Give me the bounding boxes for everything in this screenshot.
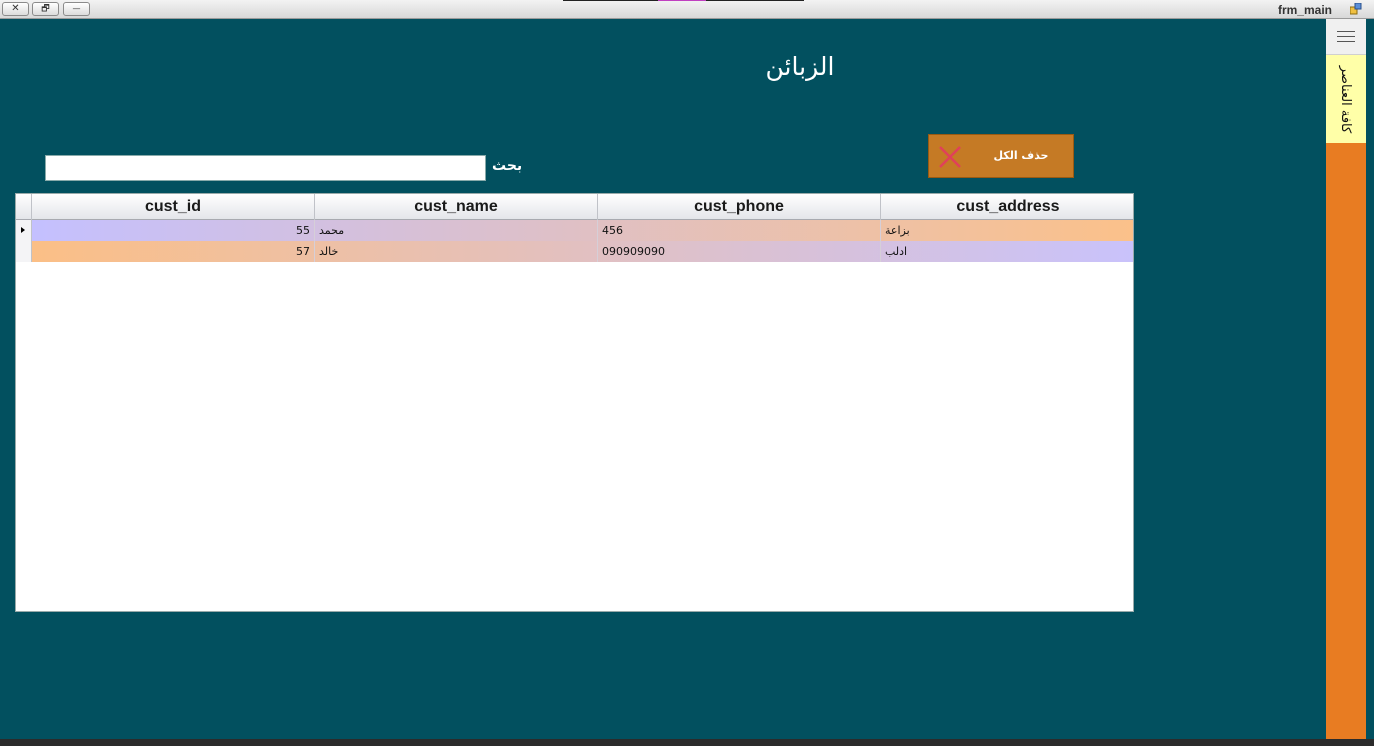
cell-cust-name[interactable]: محمد <box>315 220 598 241</box>
cell-cust-id[interactable]: 55 <box>32 220 315 241</box>
search-input[interactable] <box>45 155 486 181</box>
delete-x-icon <box>939 146 961 168</box>
close-icon: ✕ <box>11 3 20 14</box>
column-header-cust-name[interactable]: cust_name <box>315 194 598 220</box>
cell-cust-address[interactable]: ادلب <box>881 241 1133 262</box>
close-window-button[interactable]: ✕ <box>2 2 29 16</box>
delete-all-button[interactable]: حذف الكل <box>928 134 1074 178</box>
row-selector[interactable] <box>16 220 32 241</box>
delete-all-label: حذف الكل <box>993 149 1049 162</box>
table-row[interactable]: 55 محمد 456 بزاعة <box>16 220 1133 241</box>
current-row-arrow-icon <box>21 227 25 233</box>
search-label: بحث <box>492 158 523 174</box>
row-selector[interactable] <box>16 241 32 262</box>
column-header-cust-phone[interactable]: cust_phone <box>598 194 881 220</box>
menu-icon[interactable] <box>1337 31 1355 43</box>
grid-corner <box>16 194 32 220</box>
minimize-icon: — <box>72 4 81 13</box>
side-panel-header <box>1326 19 1366 55</box>
side-panel: كافة العناصر <box>1326 19 1366 739</box>
cell-cust-id[interactable]: 57 <box>32 241 315 262</box>
cell-cust-name[interactable]: خالد <box>315 241 598 262</box>
side-tab-label: كافة العناصر <box>1338 65 1354 133</box>
side-panel-edge <box>1366 19 1374 739</box>
window-titlebar: ✕ 🗗 — frm_main <box>0 0 1374 19</box>
title-underline-accent <box>658 0 706 1</box>
column-header-cust-id[interactable]: cust_id <box>32 194 315 220</box>
page-title: الزبائن <box>765 52 835 81</box>
taskbar-strip <box>0 739 1374 746</box>
restore-window-button[interactable]: 🗗 <box>32 2 59 16</box>
cell-cust-phone[interactable]: 090909090 <box>598 241 881 262</box>
customers-grid[interactable]: cust_id cust_name cust_phone cust_addres… <box>15 193 1134 612</box>
column-header-cust-address[interactable]: cust_address <box>881 194 1133 220</box>
restore-icon: 🗗 <box>41 3 50 14</box>
app-icon <box>1350 3 1362 15</box>
table-row[interactable]: 57 خالد 090909090 ادلب <box>16 241 1133 262</box>
cell-cust-address[interactable]: بزاعة <box>881 220 1133 241</box>
grid-header: cust_id cust_name cust_phone cust_addres… <box>16 194 1133 220</box>
window-title: frm_main <box>1277 3 1332 17</box>
side-tab-all-items[interactable]: كافة العناصر <box>1326 55 1366 143</box>
minimize-window-button[interactable]: — <box>63 2 90 16</box>
cell-cust-phone[interactable]: 456 <box>598 220 881 241</box>
